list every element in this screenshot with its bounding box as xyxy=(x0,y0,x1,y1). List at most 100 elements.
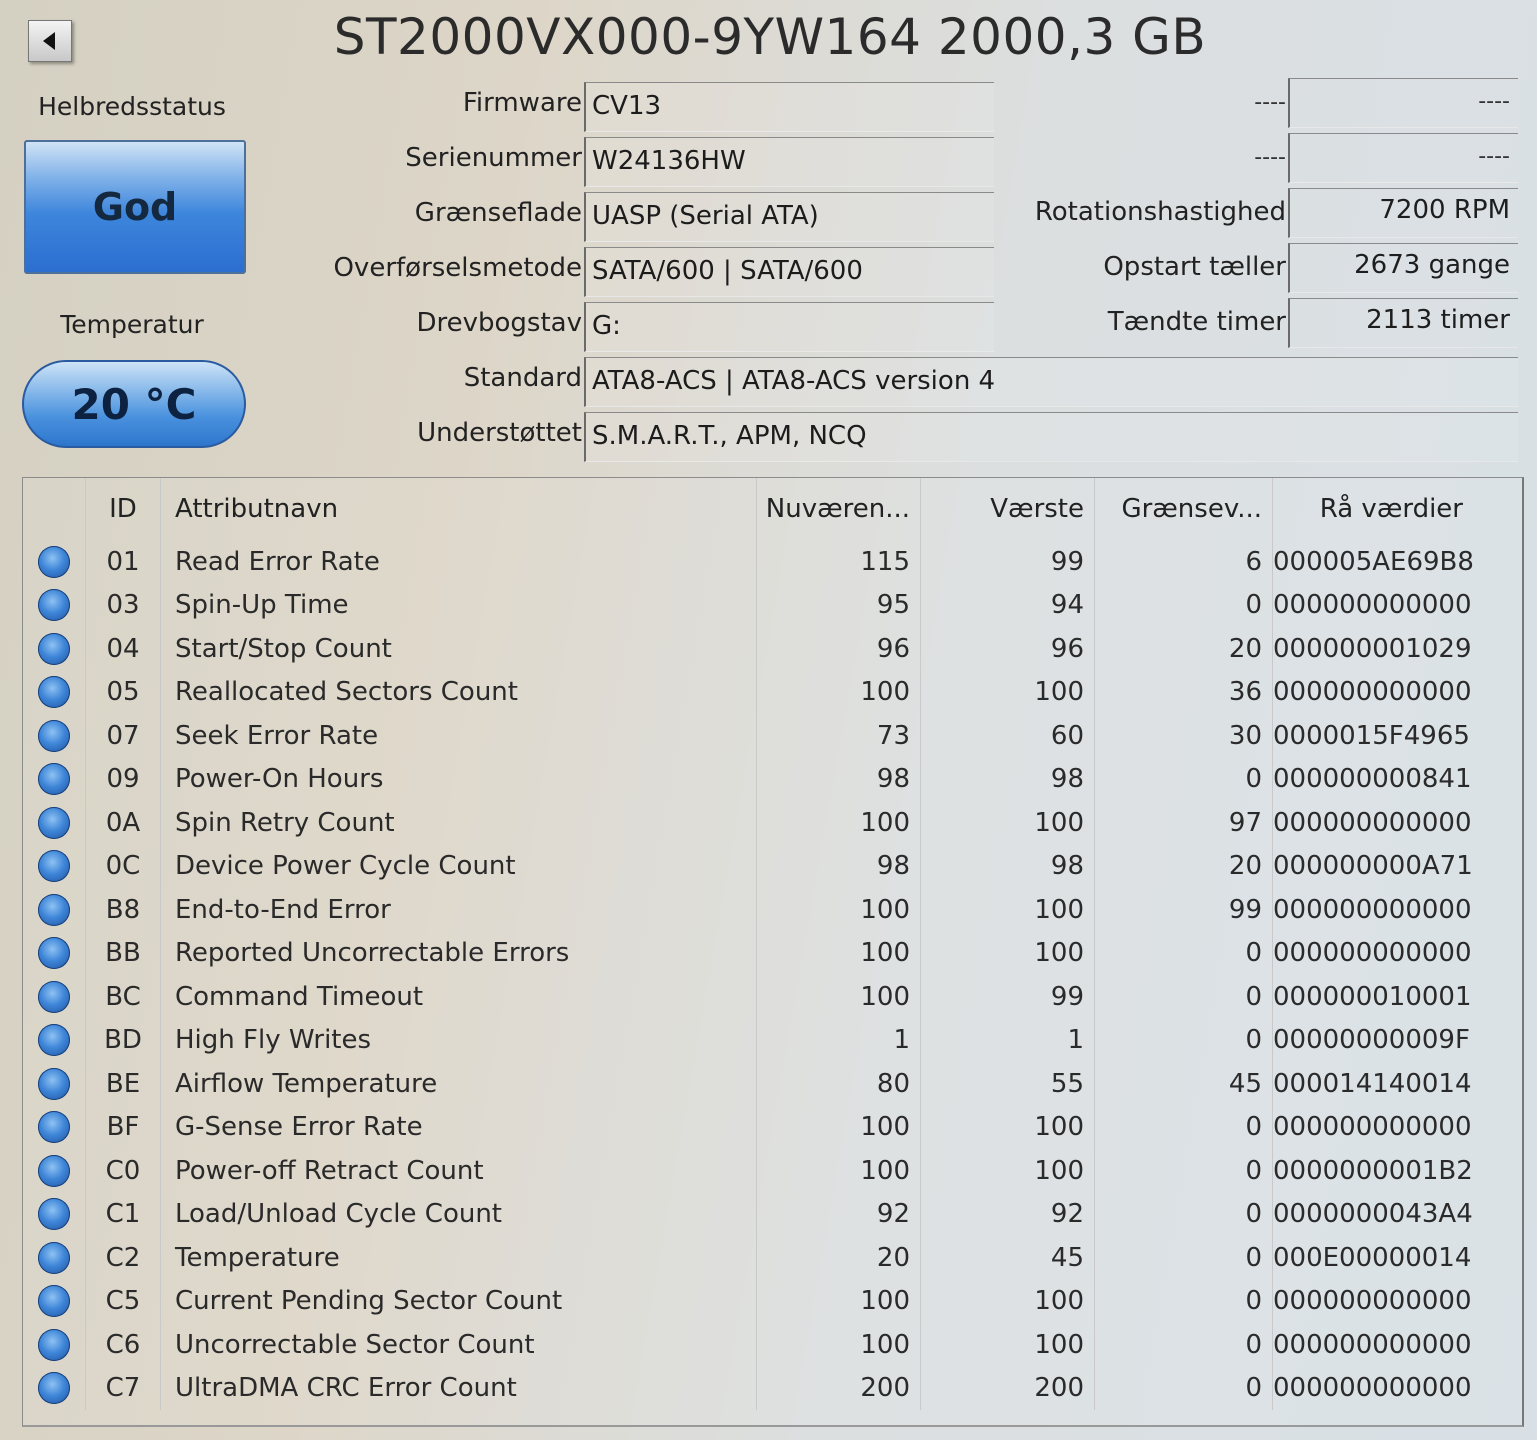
header-threshold[interactable]: Grænsev... xyxy=(1094,478,1273,540)
status-dot-icon xyxy=(38,676,70,709)
cell-attribute-name: Spin Retry Count xyxy=(160,801,757,845)
cell-attribute-name: Seek Error Rate xyxy=(160,714,757,758)
table-row[interactable]: C5 Current Pending Sector Count 100 100 0 000… xyxy=(23,1279,1472,1323)
health-status-label: Helbredsstatus xyxy=(38,92,226,121)
health-status-button[interactable]: God xyxy=(24,140,246,274)
cell-threshold: 6 xyxy=(1094,540,1273,584)
cell-current: 80 xyxy=(756,1062,921,1106)
cell-raw-value: 0000015F4965 xyxy=(1272,714,1470,758)
cell-id: BC xyxy=(85,975,161,1019)
cell-threshold: 0 xyxy=(1094,1149,1273,1193)
table-row[interactable]: 07 Seek Error Rate 73 60 30 0000015F4965 xyxy=(23,714,1470,758)
header-current[interactable]: Nuværen... xyxy=(756,478,921,540)
table-row[interactable]: BD High Fly Writes 1 1 0 00000000009F xyxy=(23,1018,1470,1062)
table-row[interactable]: BC Command Timeout 100 99 0 000000010001 xyxy=(23,975,1472,1019)
table-row[interactable]: C6 Uncorrectable Sector Count 100 100 0 00000… xyxy=(23,1323,1472,1367)
power-on-hours-field[interactable]: 2113 timer xyxy=(1288,298,1518,348)
table-row[interactable]: 03 Spin-Up Time 95 94 0 000000000000 xyxy=(23,583,1472,627)
status-dot-cell xyxy=(23,714,86,758)
cell-worst: 100 xyxy=(920,931,1095,975)
header-id[interactable]: ID xyxy=(85,478,161,540)
cell-worst: 55 xyxy=(920,1062,1095,1106)
header-raw-values[interactable]: Rå værdier xyxy=(1272,478,1463,540)
header-worst[interactable]: Værste xyxy=(920,478,1095,540)
cell-id: BD xyxy=(85,1018,161,1062)
cell-current: 95 xyxy=(756,583,921,627)
cell-threshold: 20 xyxy=(1094,627,1273,671)
status-dot-icon xyxy=(38,1328,70,1361)
cell-id: 01 xyxy=(85,540,161,584)
table-row[interactable]: 09 Power-On Hours 98 98 0 000000000841 xyxy=(23,757,1472,801)
unknown-field-1[interactable]: ---- xyxy=(1288,78,1518,128)
status-dot-cell xyxy=(23,1062,86,1106)
table-row[interactable]: C0 Power-off Retract Count 100 100 0 00000000… xyxy=(23,1149,1473,1193)
table-row[interactable]: BB Reported Uncorrectable Errors 100 100 0 00… xyxy=(23,931,1472,975)
unknown-field-2[interactable]: ---- xyxy=(1288,133,1518,183)
status-dot-cell xyxy=(23,845,86,889)
status-dot-icon xyxy=(38,589,70,622)
status-dot-icon xyxy=(38,980,70,1013)
status-dot-icon xyxy=(38,1372,70,1405)
temperature-button[interactable]: 20 °C xyxy=(22,360,246,448)
cell-worst: 99 xyxy=(920,975,1095,1019)
table-row[interactable]: C7 UltraDMA CRC Error Count 200 200 0 0000000… xyxy=(23,1366,1472,1411)
cell-raw-value: 000000000000 xyxy=(1272,1105,1472,1149)
status-dot-icon xyxy=(38,763,70,796)
header-attribute-name[interactable]: Attributnavn xyxy=(160,478,757,540)
cell-attribute-name: Reallocated Sectors Count xyxy=(160,670,757,714)
status-dot-cell xyxy=(23,1236,86,1280)
table-row[interactable]: C2 Temperature 20 45 0 000E00000014 xyxy=(23,1236,1471,1280)
cell-id: B8 xyxy=(85,888,161,932)
table-row[interactable]: 05 Reallocated Sectors Count 100 100 36 00000… xyxy=(23,670,1472,714)
table-row[interactable]: 04 Start/Stop Count 96 96 20 000000001029 xyxy=(23,627,1472,671)
table-row[interactable]: 01 Read Error Rate 115 99 6 000005AE69B8 xyxy=(23,540,1474,584)
drive-letter-field[interactable]: G: xyxy=(584,302,994,352)
table-row[interactable]: BE Airflow Temperature 80 55 45 000014140014 xyxy=(23,1062,1472,1106)
status-dot-cell xyxy=(23,1367,86,1411)
rotation-speed-field[interactable]: 7200 RPM xyxy=(1288,188,1518,238)
cell-current: 100 xyxy=(756,801,921,845)
status-dot-cell xyxy=(23,975,86,1019)
cell-current: 73 xyxy=(756,714,921,758)
cell-current: 100 xyxy=(756,1105,921,1149)
cell-attribute-name: Temperature xyxy=(160,1236,757,1280)
cell-worst: 98 xyxy=(920,757,1095,801)
cell-threshold: 97 xyxy=(1094,801,1273,845)
power-on-count-field[interactable]: 2673 gange xyxy=(1288,243,1518,293)
cell-worst: 1 xyxy=(920,1018,1095,1062)
cell-attribute-name: Reported Uncorrectable Errors xyxy=(160,931,757,975)
cell-id: C2 xyxy=(85,1236,161,1280)
table-row[interactable]: 0A Spin Retry Count 100 100 97 000000000000 xyxy=(23,801,1472,845)
status-dot-icon xyxy=(38,1067,70,1100)
standard-field[interactable]: ATA8-ACS | ATA8-ACS version 4 xyxy=(584,357,1518,407)
cell-threshold: 36 xyxy=(1094,670,1273,714)
supported-label: Understøttet xyxy=(417,418,582,448)
table-row[interactable]: C1 Load/Unload Cycle Count 92 92 0 0000000043… xyxy=(23,1192,1473,1236)
cell-current: 20 xyxy=(756,1236,921,1280)
supported-field[interactable]: S.M.A.R.T., APM, NCQ xyxy=(584,412,1518,462)
cell-attribute-name: Load/Unload Cycle Count xyxy=(160,1192,757,1236)
cell-raw-value: 000000000000 xyxy=(1272,1323,1472,1367)
cell-raw-value: 0000000001B2 xyxy=(1272,1149,1473,1193)
transfer-mode-field[interactable]: SATA/600 | SATA/600 xyxy=(584,247,994,297)
unknown-value-2: ---- xyxy=(1478,144,1510,169)
cell-id: C7 xyxy=(85,1366,161,1410)
firmware-field[interactable]: CV13 xyxy=(584,82,994,132)
table-row[interactable]: 0C Device Power Cycle Count 98 98 20 00000000… xyxy=(23,844,1473,889)
unknown-label-2: ---- xyxy=(1254,145,1286,170)
cell-threshold: 0 xyxy=(1094,583,1273,627)
standard-label: Standard xyxy=(463,363,582,393)
serial-field[interactable]: W24136HW xyxy=(584,137,994,187)
back-button[interactable] xyxy=(28,20,72,62)
cell-attribute-name: Uncorrectable Sector Count xyxy=(160,1323,757,1367)
header-status[interactable] xyxy=(23,478,86,540)
interface-field[interactable]: UASP (Serial ATA) xyxy=(584,192,994,242)
cell-worst: 96 xyxy=(920,627,1095,671)
table-row[interactable]: BF G-Sense Error Rate 100 100 0 000000000000 xyxy=(23,1105,1472,1149)
cell-id: 0A xyxy=(85,801,161,845)
status-dot-cell xyxy=(23,801,86,845)
rotation-speed-label: Rotationshastighed xyxy=(1034,197,1286,227)
smart-attributes-table[interactable]: ID Attributnavn Nuværen... Værste Grænse… xyxy=(22,477,1524,1427)
table-row[interactable]: B8 End-to-End Error 100 100 99 000000000000 xyxy=(23,888,1472,932)
cell-id: C6 xyxy=(85,1323,161,1367)
